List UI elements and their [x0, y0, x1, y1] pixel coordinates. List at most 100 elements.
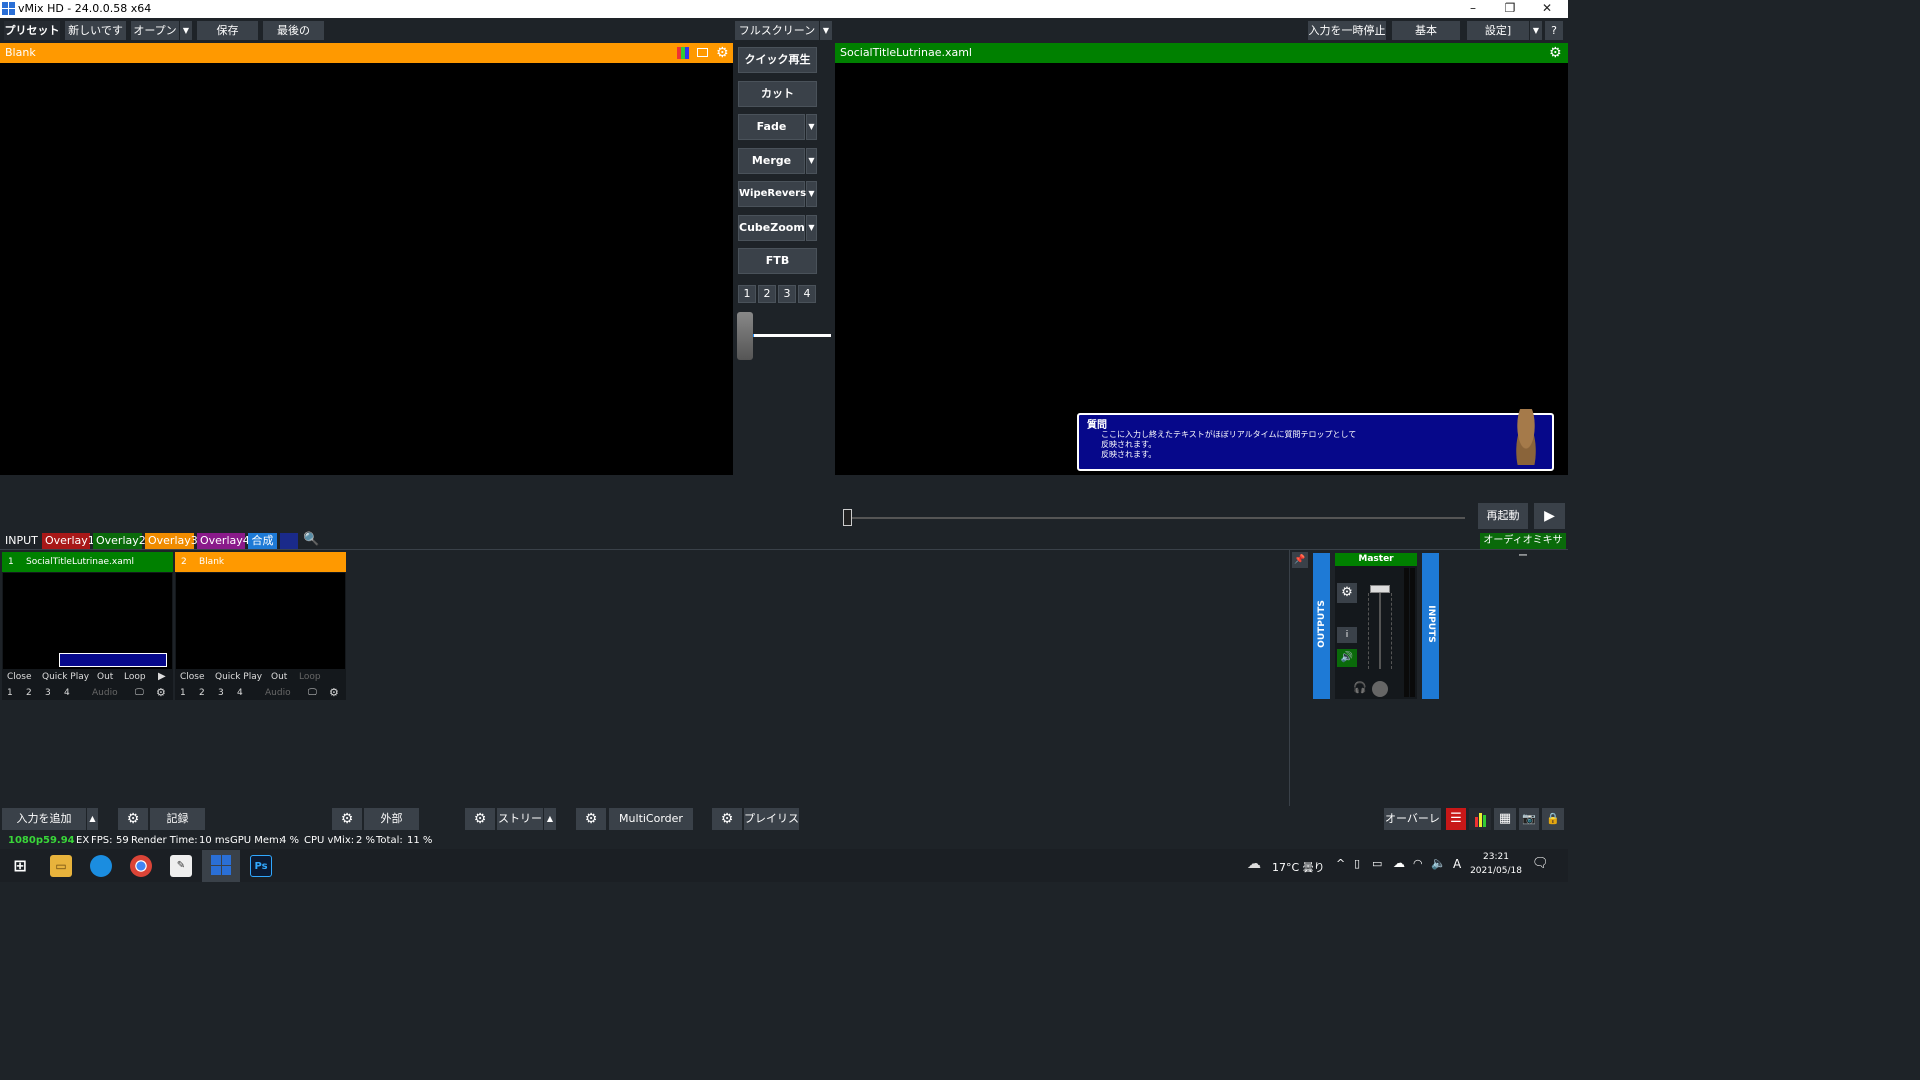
input-1-header[interactable]: 1 SocialTitleLutrinae.xaml	[2, 552, 173, 572]
quick-play-button[interactable]: クイック再生	[738, 47, 817, 73]
transition-3-button[interactable]: 3	[778, 285, 796, 303]
merge-button[interactable]: Merge	[738, 148, 805, 174]
input-1-audio-button[interactable]: Audio	[92, 686, 118, 700]
basic-button[interactable]: 基本	[1392, 21, 1460, 40]
taskbar-active-vmix[interactable]	[202, 850, 240, 882]
input-2-audio-button[interactable]: Audio	[265, 686, 291, 700]
input-tile-1[interactable]: 1 SocialTitleLutrinae.xaml Close Quick P…	[2, 552, 173, 700]
settings-button[interactable]: 設定]	[1467, 21, 1529, 40]
input-1-overlay-1[interactable]: 1	[7, 686, 13, 700]
tab-composite[interactable]: 合成	[248, 533, 277, 549]
merge-dropdown-icon[interactable]: ▼	[806, 148, 817, 174]
meters-icon[interactable]	[1469, 808, 1491, 830]
onedrive-icon[interactable]: ☁	[1393, 856, 1405, 870]
playlist-button[interactable]: プレイリスト	[744, 808, 799, 847]
wifi-icon[interactable]: ◠	[1413, 857, 1423, 870]
fullscreen-button[interactable]: フルスクリーン	[735, 21, 819, 40]
grid-view-icon[interactable]: ▦	[1494, 808, 1516, 830]
input-1-thumbnail[interactable]	[3, 573, 172, 669]
clock-time[interactable]: 23:21	[1471, 852, 1521, 862]
inputs-panel[interactable]: INPUTS	[1422, 553, 1439, 699]
snapshot-icon[interactable]: 📷	[1519, 808, 1539, 830]
restart-button[interactable]: 再起動	[1478, 503, 1528, 529]
record-button[interactable]: 記録	[150, 808, 205, 830]
transition-4-button[interactable]: 4	[798, 285, 816, 303]
input-2-overlay-4[interactable]: 4	[237, 686, 243, 700]
input-1-loop-button[interactable]: Loop	[124, 670, 146, 684]
fade-dropdown-icon[interactable]: ▼	[806, 114, 817, 140]
input-tile-2[interactable]: 2 Blank Close Quick Play Out Loop 1 2 3 …	[175, 552, 346, 700]
input-2-monitor-icon[interactable]: 🖵	[308, 686, 317, 700]
tab-input[interactable]: INPUT	[2, 533, 40, 549]
maximize-button[interactable]: ❐	[1492, 0, 1528, 18]
pin-icon[interactable]: 📌	[1292, 552, 1308, 568]
play-button[interactable]: ▶	[1534, 503, 1565, 529]
preview-gear-icon[interactable]: ⚙	[716, 43, 729, 63]
input-2-thumbnail[interactable]	[176, 573, 345, 669]
headphones-icon[interactable]: 🎧	[1353, 681, 1367, 694]
master-fader-handle[interactable]	[1370, 585, 1390, 593]
transition-1-button[interactable]: 1	[738, 285, 756, 303]
windows-start-icon[interactable]: ⊞	[9, 855, 31, 877]
tab-overlay4[interactable]: Overlay4	[197, 533, 250, 549]
new-button[interactable]: 新しいです	[65, 21, 126, 40]
output-gear-icon[interactable]: ⚙	[1549, 43, 1562, 63]
notepad-icon[interactable]: ✎	[170, 855, 192, 877]
weather-text[interactable]: 17°C 曇り	[1272, 859, 1325, 875]
external-gear-icon[interactable]: ⚙	[332, 808, 362, 830]
battery-icon[interactable]: ▭	[1372, 857, 1382, 870]
master-gear-icon[interactable]: ⚙	[1337, 583, 1357, 603]
transition-2-button[interactable]: 2	[758, 285, 776, 303]
input-2-overlay-3[interactable]: 3	[218, 686, 224, 700]
audio-mixer-tab[interactable]: オーディオミキサー	[1480, 533, 1566, 562]
headphone-volume-knob[interactable]	[1372, 681, 1388, 697]
input-1-play-icon[interactable]: ▶	[158, 670, 166, 684]
volume-icon[interactable]: 🔈	[1431, 856, 1446, 870]
outputs-panel[interactable]: OUTPUTS	[1313, 553, 1330, 699]
preset-button[interactable]: プリセット	[4, 21, 60, 40]
input-2-out-button[interactable]: Out	[271, 670, 287, 684]
photoshop-icon[interactable]: Ps	[250, 855, 272, 877]
tab-overlay2[interactable]: Overlay2	[93, 533, 146, 549]
open-dropdown-icon[interactable]: ▼	[180, 21, 192, 40]
cubezoom-dropdown-icon[interactable]: ▼	[806, 215, 817, 241]
cut-button[interactable]: カット	[738, 81, 817, 107]
tab-overlay3[interactable]: Overlay3	[145, 533, 198, 549]
chrome-icon[interactable]	[130, 855, 152, 877]
wipereverse-dropdown-icon[interactable]: ▼	[806, 181, 817, 207]
help-button[interactable]: ?	[1545, 21, 1563, 40]
cubezoom-button[interactable]: CubeZoom	[738, 215, 805, 241]
save-button[interactable]: 保存	[197, 21, 258, 40]
input-2-overlay-1[interactable]: 1	[180, 686, 186, 700]
settings-dropdown-icon[interactable]: ▼	[1530, 21, 1542, 40]
screen-icon[interactable]	[697, 48, 708, 57]
tray-expand-icon[interactable]: ^	[1336, 857, 1345, 870]
input-1-monitor-icon[interactable]: 🖵	[135, 686, 144, 700]
add-input-button[interactable]: 入力を追加	[2, 808, 86, 830]
file-explorer-icon[interactable]: ▭	[50, 855, 72, 877]
ftb-button[interactable]: FTB	[738, 248, 817, 274]
input-2-loop-button[interactable]: Loop	[299, 670, 321, 684]
overlay-button[interactable]: オーバーレイ	[1384, 808, 1441, 847]
notification-icon[interactable]: 🗨	[1532, 856, 1549, 871]
external-button[interactable]: 外部	[364, 808, 419, 830]
input-2-close-button[interactable]: Close	[180, 670, 205, 684]
open-button[interactable]: オープン	[131, 21, 179, 40]
list-view-icon[interactable]: ☰	[1446, 808, 1466, 830]
playlist-gear-icon[interactable]: ⚙	[712, 808, 742, 830]
edge-icon[interactable]	[90, 855, 112, 877]
master-info-button[interactable]: i	[1337, 627, 1357, 643]
multicorder-gear-icon[interactable]: ⚙	[576, 808, 606, 830]
wipereverse-button[interactable]: WipeReverse	[738, 181, 813, 207]
input-2-quickplay-button[interactable]: Quick Play	[215, 670, 262, 684]
input-1-overlay-2[interactable]: 2	[26, 686, 32, 700]
add-input-dropdown-icon[interactable]: ▲	[87, 808, 98, 830]
record-gear-icon[interactable]: ⚙	[118, 808, 148, 830]
tray-device-icon[interactable]: ▯	[1354, 857, 1360, 870]
input-2-gear-icon[interactable]: ⚙	[329, 686, 339, 700]
clock-date[interactable]: 2021/05/18	[1466, 866, 1526, 876]
ime-indicator[interactable]: A	[1453, 857, 1461, 871]
minimize-button[interactable]: –	[1455, 0, 1491, 18]
input-1-close-button[interactable]: Close	[7, 670, 32, 684]
speaker-icon[interactable]: 🔊	[1337, 649, 1357, 667]
